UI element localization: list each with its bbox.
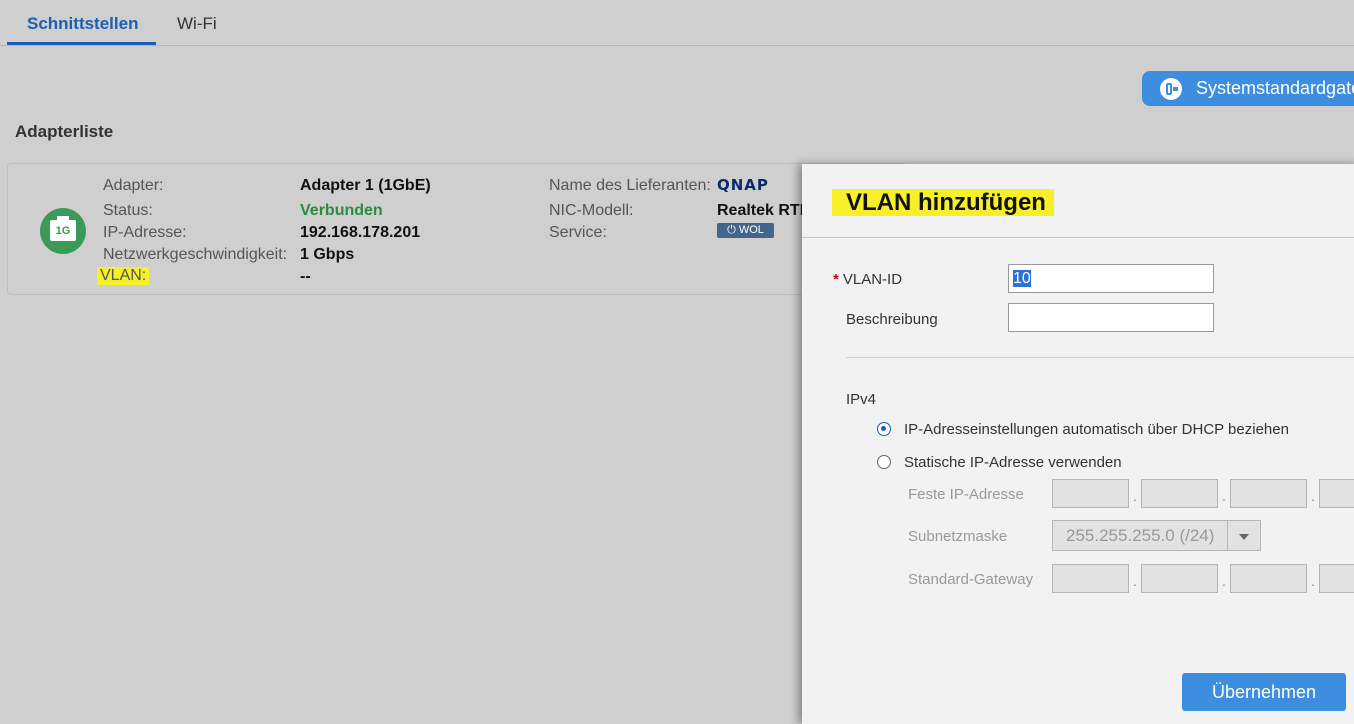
- description-input[interactable]: [1008, 303, 1214, 332]
- value-nic: Realtek RTL: [717, 202, 810, 219]
- fixed-ip-octet-2[interactable]: [1141, 479, 1218, 508]
- wol-badge: ⏻ WOL: [717, 223, 774, 238]
- value-vlan: --: [300, 268, 311, 285]
- gateway-octet-4[interactable]: [1319, 564, 1354, 593]
- dhcp-radio[interactable]: [877, 422, 891, 436]
- section-title: Adapterliste: [15, 122, 114, 141]
- system-default-gateway-button[interactable]: Systemstandardgate: [1142, 71, 1354, 106]
- gateway-icon: [1160, 77, 1182, 100]
- apply-button[interactable]: Übernehmen: [1182, 673, 1346, 711]
- octet-separator: .: [1133, 573, 1137, 589]
- fixed-ip-octet-1[interactable]: [1052, 479, 1129, 508]
- active-tab-indicator: [7, 42, 156, 45]
- octet-separator: .: [1222, 488, 1226, 504]
- value-speed: 1 Gbps: [300, 246, 355, 263]
- tab-wifi[interactable]: Wi-Fi: [177, 14, 217, 34]
- gateway-octet-2[interactable]: [1141, 564, 1218, 593]
- form-divider: [846, 357, 1354, 358]
- qnap-logo: QNAP: [717, 176, 769, 194]
- label-service: Service:: [549, 224, 607, 241]
- dialog-divider: [802, 237, 1354, 238]
- subnet-value: 255.255.255.0 (/24): [1066, 526, 1215, 545]
- ethernet-port-icon: 1G: [40, 208, 86, 254]
- subnet-label: Subnetzmaske: [908, 528, 1008, 545]
- description-label: Beschreibung: [846, 311, 938, 328]
- dialog-title: VLAN hinzufügen: [832, 189, 1054, 217]
- value-adapter: Adapter 1 (1GbE): [300, 177, 431, 194]
- octet-separator: .: [1222, 573, 1226, 589]
- gateway-octet-1[interactable]: [1052, 564, 1129, 593]
- label-adapter: Adapter:: [103, 177, 164, 194]
- chevron-down-icon[interactable]: [1227, 521, 1260, 550]
- ipv4-label: IPv4: [846, 391, 877, 408]
- fixed-ip-label: Feste IP-Adresse: [908, 486, 1024, 503]
- octet-separator: .: [1133, 488, 1137, 504]
- fixed-ip-octet-3[interactable]: [1230, 479, 1307, 508]
- label-ip: IP-Adresse:: [103, 224, 187, 241]
- fixed-ip-octet-4[interactable]: [1319, 479, 1354, 508]
- add-vlan-dialog: VLAN hinzufügen * VLAN-ID 10 Beschreibung…: [802, 164, 1354, 724]
- vlan-id-input[interactable]: 10: [1008, 264, 1214, 293]
- tab-bar: Schnittstellen Wi-Fi: [0, 0, 1354, 46]
- label-status: Status:: [103, 202, 153, 219]
- value-status: Verbunden: [300, 202, 383, 219]
- octet-separator: .: [1311, 488, 1315, 504]
- tab-schnittstellen[interactable]: Schnittstellen: [27, 14, 138, 34]
- gateway-button-label: Systemstandardgate: [1196, 78, 1354, 98]
- static-ip-option-label[interactable]: Statische IP-Adresse verwenden: [904, 454, 1122, 471]
- gateway-label: Standard-Gateway: [908, 571, 1034, 588]
- subnet-select[interactable]: 255.255.255.0 (/24): [1052, 520, 1261, 551]
- label-nic: NIC-Modell:: [549, 202, 634, 219]
- label-speed: Netzwerkgeschwindigkeit:: [103, 246, 288, 263]
- octet-separator: .: [1311, 573, 1315, 589]
- static-ip-radio[interactable]: [877, 455, 891, 469]
- adapter-speed-icon-label: 1G: [55, 225, 71, 237]
- gateway-octet-3[interactable]: [1230, 564, 1307, 593]
- value-ip: 192.168.178.201: [300, 224, 421, 241]
- vlan-id-label: * VLAN-ID: [833, 271, 903, 288]
- label-vendor: Name des Lieferanten:: [549, 177, 711, 194]
- label-vlan: VLAN:: [97, 267, 150, 285]
- dhcp-option-label[interactable]: IP-Adresseinstellungen automatisch über …: [904, 421, 1289, 438]
